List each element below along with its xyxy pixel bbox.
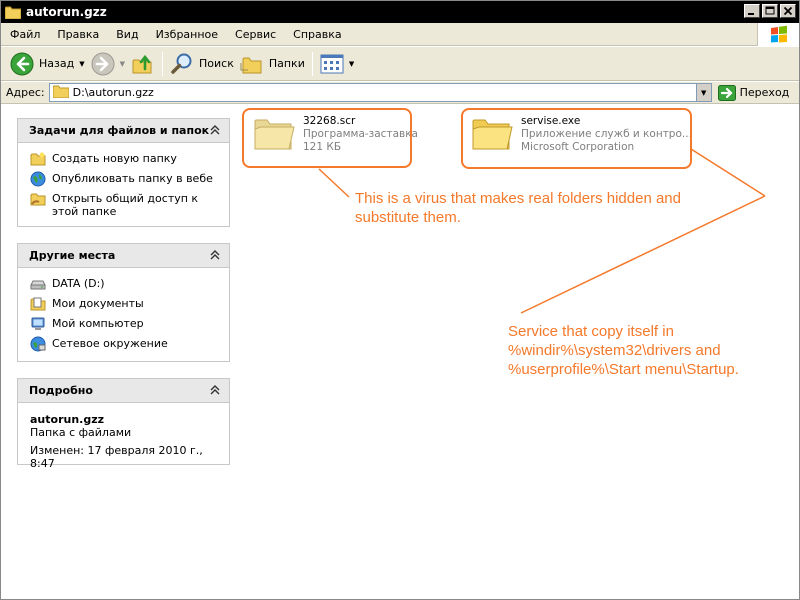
folders-icon (240, 57, 262, 73)
forward-arrow-icon (91, 52, 115, 75)
folder-icon (52, 85, 70, 101)
places-panel-header[interactable]: Другие места (18, 244, 229, 268)
go-button[interactable]: Переход (717, 84, 790, 101)
annotation-line: Service that copy itself in (508, 323, 674, 340)
task-publish-web[interactable]: Опубликовать папку в вебе (30, 171, 219, 187)
address-label: Адрес: (6, 86, 45, 99)
maximize-button[interactable] (762, 4, 778, 18)
annotation-service: Service that copy itself in %windir%\sys… (508, 322, 739, 379)
collapse-icon[interactable] (208, 249, 221, 262)
task-share-folder[interactable]: Открыть общий доступ к этой папке (30, 192, 219, 218)
folders-label: Папки (268, 57, 305, 70)
places-panel-title: Другие места (29, 249, 116, 262)
collapse-icon[interactable] (208, 384, 221, 397)
details-type: Папка с файлами (30, 426, 132, 439)
up-folder-icon (132, 54, 152, 73)
search-label: Поиск (199, 57, 234, 70)
search-button[interactable]: Поиск (167, 51, 237, 77)
network-icon (30, 336, 46, 352)
details-name: autorun.gzz (30, 413, 105, 426)
back-button[interactable]: Назад ▼ (7, 51, 88, 77)
folders-button[interactable]: Папки (237, 51, 308, 77)
menu-tools[interactable]: Сервис (226, 28, 284, 41)
go-arrow-icon (717, 84, 736, 101)
forward-button[interactable]: ▼ (88, 51, 128, 77)
close-icon (783, 6, 793, 16)
back-arrow-icon (10, 52, 34, 75)
explorer-window: autorun.gzz Файл Правка Вид Избранное Се… (0, 0, 800, 600)
place-label: Сетевое окружение (52, 337, 168, 350)
address-bar: Адрес: D:\autorun.gzz ▼ Переход (1, 82, 799, 104)
tasks-panel-title: Задачи для файлов и папок (29, 124, 210, 137)
folder-icon (4, 6, 22, 19)
window-title: autorun.gzz (26, 5, 107, 19)
toolbar: Назад ▼ ▼ Поиск Папки ▼ (1, 47, 799, 81)
menu-file[interactable]: Файл (1, 28, 48, 41)
place-data-drive[interactable]: DATA (D:) (30, 277, 219, 292)
documents-icon (30, 296, 46, 312)
details-modified: Изменен: 17 февраля 2010 г., 8:47 (30, 444, 203, 470)
close-button[interactable] (780, 4, 796, 18)
annotation-virus: This is a virus that makes real folders … (355, 189, 681, 227)
new-folder-icon (30, 151, 46, 167)
annotation-box-service (461, 108, 692, 169)
tasks-panel-header[interactable]: Задачи для файлов и папок (18, 119, 229, 143)
drive-icon (30, 276, 46, 292)
minimize-button[interactable] (744, 4, 760, 18)
annotation-line: %userprofile%\Start menu\Startup. (508, 361, 739, 378)
windows-logo-icon (757, 23, 799, 46)
menu-view[interactable]: Вид (107, 28, 146, 41)
title-bar[interactable]: autorun.gzz (1, 1, 799, 23)
place-label: DATA (D:) (52, 277, 105, 290)
minimize-icon (748, 13, 754, 15)
address-input[interactable]: D:\autorun.gzz ▼ (48, 83, 712, 102)
address-value: D:\autorun.gzz (72, 86, 154, 99)
place-label: Мой компьютер (52, 317, 144, 330)
annotation-line: substitute them. (355, 209, 461, 226)
up-folder-button[interactable] (128, 51, 158, 77)
annotation-box-virus (242, 108, 412, 168)
menu-favorites[interactable]: Избранное (147, 28, 226, 41)
task-label: Опубликовать папку в вебе (52, 172, 213, 185)
globe-icon (30, 171, 46, 187)
back-label: Назад (39, 57, 75, 70)
maximize-icon (765, 6, 775, 15)
views-dropdown-icon[interactable]: ▼ (349, 60, 354, 68)
search-icon (171, 53, 192, 74)
views-button[interactable]: ▼ (317, 51, 357, 77)
places-panel: Другие места DATA (D:) Мои документы Мой… (17, 243, 230, 362)
place-label: Мои документы (52, 297, 144, 310)
chevron-down-icon: ▼ (700, 88, 707, 97)
forward-dropdown-icon[interactable]: ▼ (120, 60, 125, 68)
details-panel-title: Подробно (29, 384, 93, 397)
task-label: Открыть общий доступ к этой папке (52, 192, 199, 218)
place-my-documents[interactable]: Мои документы (30, 297, 219, 312)
annotation-line: %windir%\system32\drivers and (508, 342, 721, 359)
menu-help[interactable]: Справка (284, 28, 349, 41)
computer-icon (30, 316, 46, 332)
menu-bar: Файл Правка Вид Избранное Сервис Справка (1, 23, 799, 46)
annotation-line: This is a virus that makes real folders … (355, 190, 681, 207)
share-folder-icon (30, 191, 46, 207)
task-new-folder[interactable]: Создать новую папку (30, 152, 219, 167)
place-my-computer[interactable]: Мой компьютер (30, 317, 219, 332)
views-icon (320, 54, 344, 73)
go-label: Переход (739, 86, 790, 99)
collapse-icon[interactable] (208, 124, 221, 137)
menu-edit[interactable]: Правка (48, 28, 107, 41)
tasks-panel: Задачи для файлов и папок Создать новую … (17, 118, 230, 227)
task-label: Создать новую папку (52, 152, 177, 165)
details-panel-header[interactable]: Подробно (18, 379, 229, 403)
place-network[interactable]: Сетевое окружение (30, 336, 219, 352)
back-dropdown-icon[interactable]: ▼ (79, 60, 84, 68)
details-panel: Подробно autorun.gzz Папка с файлами Изм… (17, 378, 230, 470)
address-dropdown-button[interactable]: ▼ (695, 84, 711, 101)
